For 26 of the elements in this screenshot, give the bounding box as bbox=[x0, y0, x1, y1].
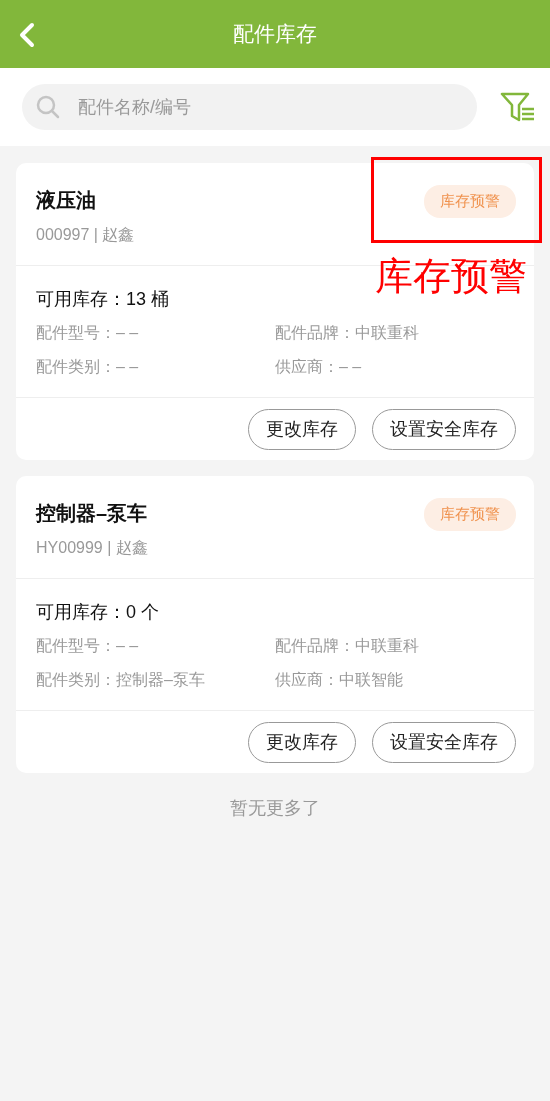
action-button[interactable]: 更改库存 bbox=[248, 409, 356, 450]
action-button[interactable]: 设置安全库存 bbox=[372, 409, 516, 450]
end-of-list-text: 暂无更多了 bbox=[230, 798, 320, 818]
part-field: 配件品牌：中联重科 bbox=[275, 324, 419, 341]
available-stock: 可用库存：0 个 bbox=[36, 601, 160, 624]
part-code-owner: HY00999 | 赵鑫 bbox=[36, 538, 148, 558]
search-icon bbox=[36, 95, 60, 119]
part-name: 液压油 bbox=[36, 188, 97, 213]
available-stock: 可用库存：13 桶 bbox=[36, 288, 171, 311]
part-field: 配件类别：控制器–泵车 bbox=[36, 671, 205, 688]
part-field: 配件类别：– – bbox=[36, 358, 139, 375]
page-title: 配件库存 bbox=[233, 22, 317, 45]
search-field[interactable]: 配件名称/编号 bbox=[22, 84, 477, 130]
part-field: 配件品牌：中联重科 bbox=[275, 637, 419, 654]
part-field: 配件型号：– – bbox=[36, 324, 139, 341]
filter-icon[interactable] bbox=[500, 92, 536, 122]
action-button[interactable]: 更改库存 bbox=[248, 722, 356, 763]
warning-tag: 库存预警 bbox=[424, 498, 516, 531]
part-name: 控制器–泵车 bbox=[36, 501, 148, 526]
warning-tag: 库存预警 bbox=[424, 185, 516, 218]
part-code-owner: 000997 | 赵鑫 bbox=[36, 225, 135, 245]
annotation-label: 库存预警 bbox=[375, 257, 527, 295]
part-field: 配件型号：– – bbox=[36, 637, 139, 654]
action-button[interactable]: 设置安全库存 bbox=[372, 722, 516, 763]
part-field: 供应商：中联智能 bbox=[275, 671, 403, 688]
part-field: 供应商：– – bbox=[275, 358, 362, 375]
